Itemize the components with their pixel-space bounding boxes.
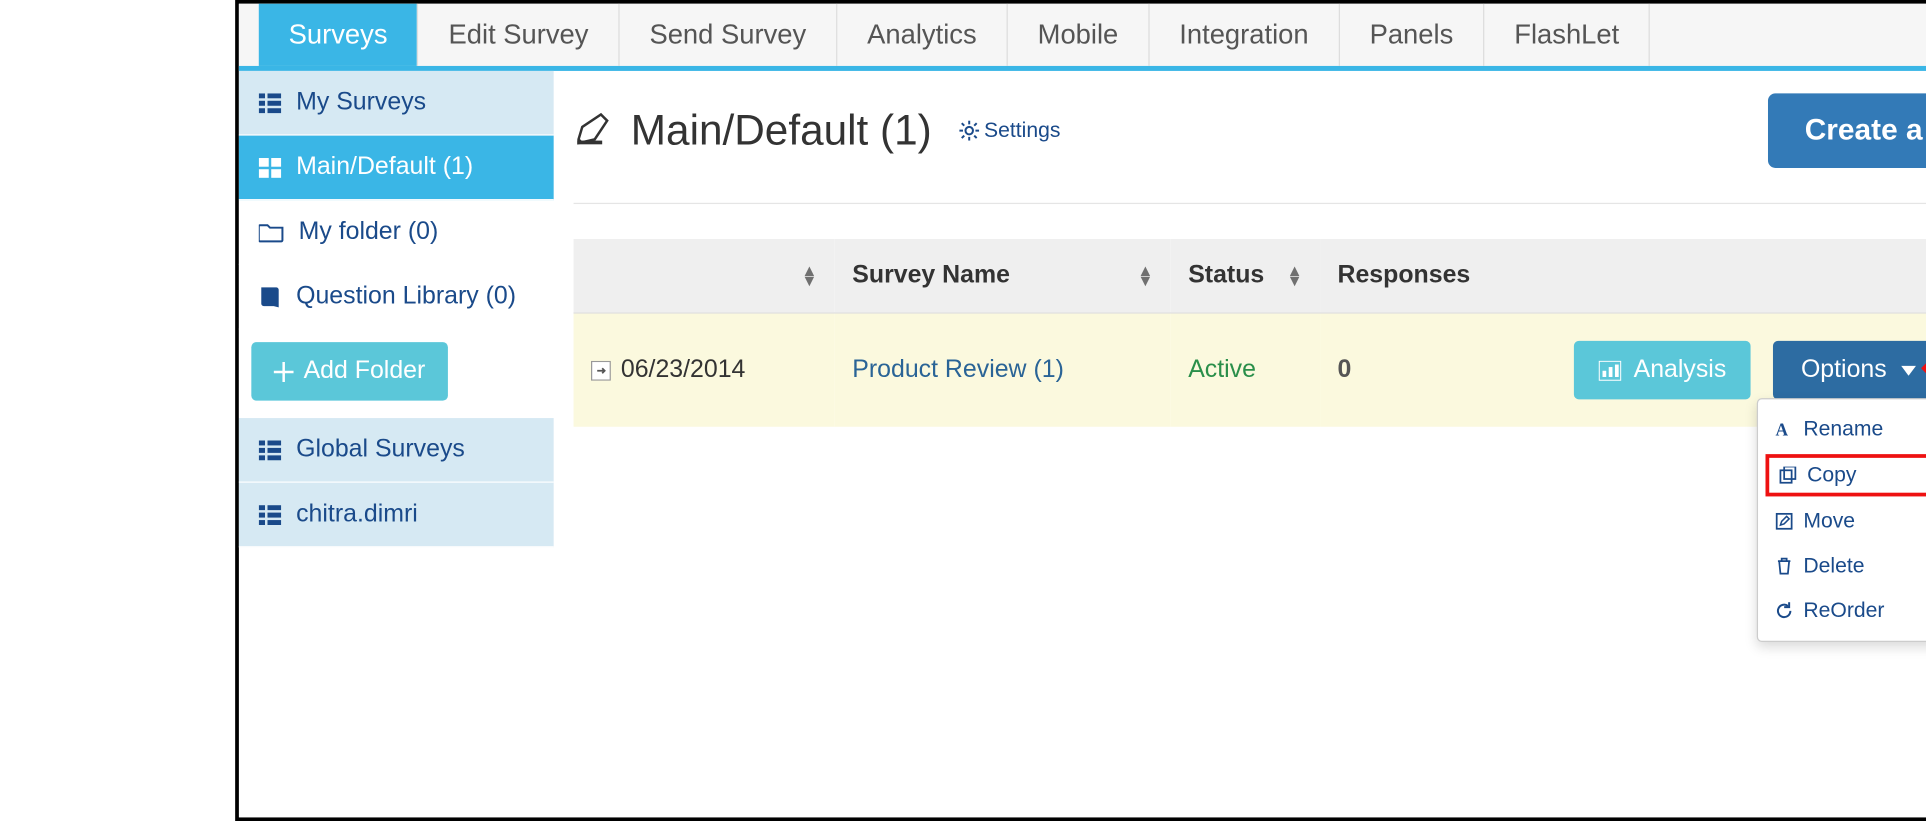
tab-mobile[interactable]: Mobile bbox=[1008, 4, 1150, 66]
col-date[interactable]: ▲▼ bbox=[574, 239, 835, 313]
dropdown-copy[interactable]: Copy bbox=[1766, 454, 1926, 496]
book-icon bbox=[259, 286, 281, 308]
add-folder-button[interactable]: Add Folder bbox=[251, 342, 447, 400]
edit-icon bbox=[1776, 513, 1793, 530]
svg-text:A: A bbox=[1776, 421, 1789, 438]
sort-icon: ▲▼ bbox=[1137, 266, 1153, 286]
dropdown-item-label: Move bbox=[1803, 509, 1855, 534]
sidebar: My Surveys Main/Default (1) My folder (0… bbox=[239, 71, 554, 548]
sidebar-item-label: My Surveys bbox=[296, 88, 426, 117]
move-handle-icon[interactable] bbox=[591, 360, 611, 380]
dropdown-reorder[interactable]: ReOrder bbox=[1759, 589, 1926, 634]
col-name-label: Survey Name bbox=[852, 261, 1010, 288]
edit-icon bbox=[574, 112, 611, 149]
survey-table: ▲▼ Survey Name ▲▼ Status ▲▼ Responses bbox=[574, 239, 1926, 427]
dropdown-move[interactable]: Move bbox=[1759, 499, 1926, 544]
col-status[interactable]: Status ▲▼ bbox=[1171, 239, 1320, 313]
sidebar-item-label: Main/Default (1) bbox=[296, 153, 473, 182]
row-date: 06/23/2014 bbox=[621, 356, 746, 385]
options-dropdown: A Rename Copy bbox=[1757, 398, 1926, 642]
col-status-label: Status bbox=[1188, 261, 1264, 288]
options-wrap: Options bbox=[1774, 341, 1926, 399]
col-actions bbox=[1556, 239, 1926, 313]
grid-icon bbox=[259, 157, 281, 177]
sidebar-global-surveys[interactable]: Global Surveys bbox=[239, 418, 554, 483]
sort-icon: ▲▼ bbox=[801, 266, 817, 286]
dropdown-delete[interactable]: Delete bbox=[1759, 544, 1926, 589]
gear-icon bbox=[959, 121, 979, 141]
analysis-label: Analysis bbox=[1634, 356, 1727, 385]
survey-name-link[interactable]: Product Review (1) bbox=[852, 356, 1064, 383]
sort-icon: ▲▼ bbox=[1287, 266, 1303, 286]
col-responses-label: Responses bbox=[1338, 261, 1471, 288]
dropdown-item-label: Rename bbox=[1803, 417, 1883, 442]
row-actions: Analysis Options bbox=[1574, 341, 1926, 399]
list-icon bbox=[259, 93, 281, 113]
dropdown-rename[interactable]: A Rename bbox=[1759, 407, 1926, 452]
bar-chart-icon bbox=[1599, 360, 1621, 380]
page-title-text: Main/Default (1) bbox=[631, 106, 932, 155]
tab-analytics[interactable]: Analytics bbox=[837, 4, 1008, 66]
sidebar-question-library[interactable]: Question Library (0) bbox=[239, 265, 554, 330]
tab-edit-survey[interactable]: Edit Survey bbox=[417, 4, 619, 66]
col-responses: Responses bbox=[1320, 239, 1556, 313]
sidebar-item-label: Global Surveys bbox=[296, 435, 465, 464]
sidebar-my-surveys[interactable]: My Surveys bbox=[239, 71, 554, 136]
settings-label: Settings bbox=[984, 118, 1060, 143]
settings-link[interactable]: Settings bbox=[959, 118, 1060, 143]
analysis-button[interactable]: Analysis bbox=[1574, 341, 1751, 399]
page-header: Main/Default (1) Settings Create a New S… bbox=[574, 93, 1926, 204]
sidebar-item-label: Question Library (0) bbox=[296, 282, 516, 311]
add-folder-area: Add Folder bbox=[239, 330, 554, 418]
responses-value: 0 bbox=[1338, 356, 1352, 383]
top-nav: Surveys Edit Survey Send Survey Analytic… bbox=[239, 4, 1926, 71]
sidebar-my-folder[interactable]: My folder (0) bbox=[239, 200, 554, 265]
tab-surveys[interactable]: Surveys bbox=[259, 4, 418, 66]
list-icon bbox=[259, 440, 281, 460]
add-folder-label: Add Folder bbox=[304, 357, 426, 386]
table-row: 06/23/2014 Product Review (1) Active 0 bbox=[574, 313, 1926, 427]
folder-icon bbox=[259, 222, 284, 242]
tab-send-survey[interactable]: Send Survey bbox=[620, 4, 838, 66]
dropdown-item-label: Delete bbox=[1803, 554, 1864, 579]
sidebar-item-label: chitra.dimri bbox=[296, 500, 418, 529]
font-icon: A bbox=[1776, 421, 1793, 438]
col-survey-name[interactable]: Survey Name ▲▼ bbox=[835, 239, 1171, 313]
tab-panels[interactable]: Panels bbox=[1340, 4, 1485, 66]
tab-integration[interactable]: Integration bbox=[1149, 4, 1339, 66]
copy-icon bbox=[1780, 467, 1797, 484]
dropdown-item-label: ReOrder bbox=[1803, 598, 1884, 623]
main-content: Main/Default (1) Settings Create a New S… bbox=[554, 71, 1926, 548]
sidebar-user[interactable]: chitra.dimri bbox=[239, 483, 554, 548]
status-label: Active bbox=[1188, 356, 1256, 383]
refresh-icon bbox=[1776, 602, 1793, 619]
dropdown-item-label: Copy bbox=[1807, 463, 1856, 488]
sidebar-main-default[interactable]: Main/Default (1) bbox=[239, 136, 554, 201]
options-label: Options bbox=[1801, 356, 1887, 385]
create-survey-button[interactable]: Create a New Survey bbox=[1767, 93, 1926, 168]
app-frame: Surveys Edit Survey Send Survey Analytic… bbox=[235, 0, 1926, 821]
list-icon bbox=[259, 505, 281, 525]
tab-flashlet[interactable]: FlashLet bbox=[1484, 4, 1650, 66]
page-title: Main/Default (1) bbox=[574, 106, 932, 155]
sidebar-item-label: My folder (0) bbox=[299, 218, 439, 247]
trash-icon bbox=[1776, 557, 1793, 574]
options-button[interactable]: Options bbox=[1774, 341, 1926, 399]
plus-icon bbox=[274, 361, 294, 381]
